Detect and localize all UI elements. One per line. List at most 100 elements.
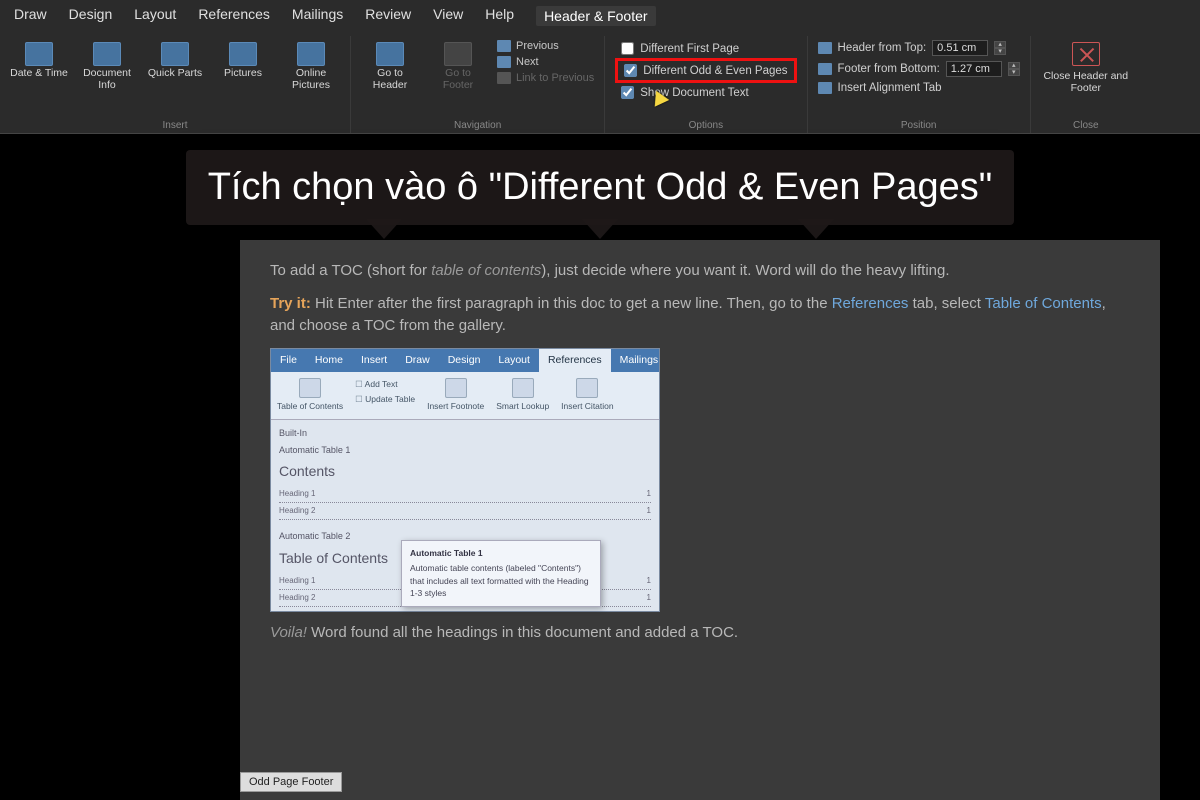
different-odd-even-checkbox[interactable]: Different Odd & Even Pages bbox=[624, 64, 787, 77]
doc-text-ital: table of contents bbox=[431, 262, 541, 279]
menu-header-footer[interactable]: Header & Footer bbox=[536, 6, 656, 26]
embed-tab-file: File bbox=[271, 349, 306, 373]
footer-from-bottom-label: Footer from Bottom: bbox=[838, 63, 940, 75]
embed-auto1-label: Automatic Table 1 bbox=[279, 444, 651, 458]
embed-heading1b: Heading 1 bbox=[279, 575, 315, 587]
toc-page: 1 bbox=[647, 592, 651, 604]
menu-design[interactable]: Design bbox=[69, 6, 113, 26]
link-to-previous-button: Link to Previous bbox=[497, 72, 594, 84]
ribbon-group-position: Header from Top: ▴▾ Footer from Bottom: … bbox=[808, 36, 1031, 133]
embed-insert-citation-label: Insert Citation bbox=[561, 400, 613, 413]
embed-heading1: Heading 1 bbox=[279, 488, 315, 500]
insert-alignment-tab-button[interactable]: Insert Alignment Tab bbox=[818, 82, 1020, 94]
next-icon bbox=[497, 56, 511, 68]
document-info-label: Document Info bbox=[78, 68, 136, 91]
different-first-page-label: Different First Page bbox=[640, 43, 739, 55]
different-odd-even-label: Different Odd & Even Pages bbox=[643, 65, 787, 77]
doc-text-bold: Try it: bbox=[270, 295, 311, 312]
menu-help[interactable]: Help bbox=[485, 6, 514, 26]
next-label: Next bbox=[516, 56, 539, 68]
footer-from-bottom-input[interactable] bbox=[946, 61, 1002, 77]
embed-insert-footnote: Insert Footnote bbox=[427, 378, 484, 413]
embed-ribbon: Table of Contents Add Text Update Table … bbox=[271, 372, 659, 420]
quick-parts-icon bbox=[161, 42, 189, 66]
chevron-up-icon[interactable]: ▴ bbox=[994, 41, 1006, 48]
citation-icon bbox=[576, 378, 598, 398]
footer-from-bottom-row: Footer from Bottom: ▴▾ bbox=[818, 61, 1020, 77]
different-first-page-input[interactable] bbox=[621, 42, 634, 55]
doc-paragraph-3: Voila! Word found all the headings in th… bbox=[270, 622, 1130, 645]
highlight-different-odd-even: Different Odd & Even Pages bbox=[615, 58, 796, 83]
ribbon-group-insert: Date & Time Document Info Quick Parts Pi… bbox=[0, 36, 351, 133]
chevron-down-icon[interactable]: ▾ bbox=[1008, 69, 1020, 76]
menu-bar: Draw Design Layout References Mailings R… bbox=[0, 0, 1200, 32]
ribbon-group-options-label: Options bbox=[689, 120, 723, 131]
ribbon-group-position-label: Position bbox=[901, 120, 937, 131]
document-info-button[interactable]: Document Info bbox=[78, 40, 136, 91]
ribbon: Date & Time Document Info Quick Parts Pi… bbox=[0, 32, 1200, 134]
quick-parts-label: Quick Parts bbox=[148, 68, 202, 80]
embed-tab-layout: Layout bbox=[489, 349, 539, 373]
go-to-footer-icon bbox=[444, 42, 472, 66]
embed-tab-mailings: Mailings bbox=[611, 349, 668, 373]
show-document-text-checkbox[interactable]: Show Document Text bbox=[621, 86, 790, 99]
go-to-header-button[interactable]: Go to Header bbox=[361, 40, 419, 91]
embed-contents-title: Contents bbox=[279, 461, 651, 482]
close-header-footer-button[interactable]: Close Header and Footer bbox=[1041, 40, 1131, 94]
embed-tab-design: Design bbox=[439, 349, 490, 373]
show-document-text-input[interactable] bbox=[621, 86, 634, 99]
close-icon bbox=[1072, 42, 1100, 66]
pictures-label: Pictures bbox=[224, 68, 262, 80]
doc-text: Hit Enter after the first paragraph in t… bbox=[311, 295, 832, 312]
callout-arrow-icon bbox=[798, 219, 834, 239]
doc-text: To add a TOC (short for bbox=[270, 262, 431, 279]
date-time-button[interactable]: Date & Time bbox=[10, 40, 68, 80]
menu-draw[interactable]: Draw bbox=[14, 6, 47, 26]
embed-body: Built-In Automatic Table 1 Contents Head… bbox=[271, 420, 659, 611]
go-to-header-icon bbox=[376, 42, 404, 66]
embed-toc-line: Heading 11 bbox=[279, 486, 651, 503]
online-pictures-button[interactable]: Online Pictures bbox=[282, 40, 340, 91]
go-to-header-label: Go to Header bbox=[361, 68, 419, 91]
embed-smart-lookup-label: Smart Lookup bbox=[496, 400, 549, 413]
menu-layout[interactable]: Layout bbox=[134, 6, 176, 26]
go-to-footer-button: Go to Footer bbox=[429, 40, 487, 91]
chevron-down-icon[interactable]: ▾ bbox=[994, 48, 1006, 55]
different-odd-even-input[interactable] bbox=[624, 64, 637, 77]
footer-spin[interactable]: ▴▾ bbox=[1008, 62, 1020, 76]
ribbon-group-close-label: Close bbox=[1073, 120, 1099, 131]
embed-toc-rows: Add Text Update Table bbox=[355, 378, 415, 413]
document-info-icon bbox=[93, 42, 121, 66]
calendar-icon bbox=[25, 42, 53, 66]
next-button[interactable]: Next bbox=[497, 56, 594, 68]
menu-review[interactable]: Review bbox=[365, 6, 411, 26]
menu-references[interactable]: References bbox=[198, 6, 270, 26]
menu-view[interactable]: View bbox=[433, 6, 463, 26]
header-from-top-icon bbox=[818, 42, 832, 54]
odd-page-footer-label: Odd Page Footer bbox=[240, 772, 342, 792]
doc-paragraph-2: Try it: Hit Enter after the first paragr… bbox=[270, 293, 1130, 338]
header-spin[interactable]: ▴▾ bbox=[994, 41, 1006, 55]
embed-builtin-label: Built-In bbox=[279, 427, 651, 441]
embed-tab-home: Home bbox=[306, 349, 352, 373]
quick-parts-button[interactable]: Quick Parts bbox=[146, 40, 204, 80]
header-from-top-input[interactable] bbox=[932, 40, 988, 56]
embed-tab-insert: Insert bbox=[352, 349, 396, 373]
embed-insert-footnote-label: Insert Footnote bbox=[427, 400, 484, 413]
link-to-previous-icon bbox=[497, 72, 511, 84]
pictures-button[interactable]: Pictures bbox=[214, 40, 272, 80]
insert-alignment-tab-label: Insert Alignment Tab bbox=[838, 82, 942, 94]
header-from-top-row: Header from Top: ▴▾ bbox=[818, 40, 1020, 56]
doc-paragraph-1: To add a TOC (short for table of content… bbox=[270, 260, 1130, 283]
embed-toc-button: Table of Contents bbox=[277, 378, 343, 413]
header-from-top-label: Header from Top: bbox=[838, 42, 927, 54]
different-first-page-checkbox[interactable]: Different First Page bbox=[621, 42, 790, 55]
menu-mailings[interactable]: Mailings bbox=[292, 6, 343, 26]
embed-heading2b: Heading 2 bbox=[279, 592, 315, 604]
ribbon-group-insert-label: Insert bbox=[162, 120, 187, 131]
doc-link: Table of Contents bbox=[985, 295, 1102, 312]
previous-button[interactable]: Previous bbox=[497, 40, 594, 52]
date-time-label: Date & Time bbox=[10, 68, 68, 80]
embed-toc-line: Heading 21 bbox=[279, 503, 651, 520]
chevron-up-icon[interactable]: ▴ bbox=[1008, 62, 1020, 69]
